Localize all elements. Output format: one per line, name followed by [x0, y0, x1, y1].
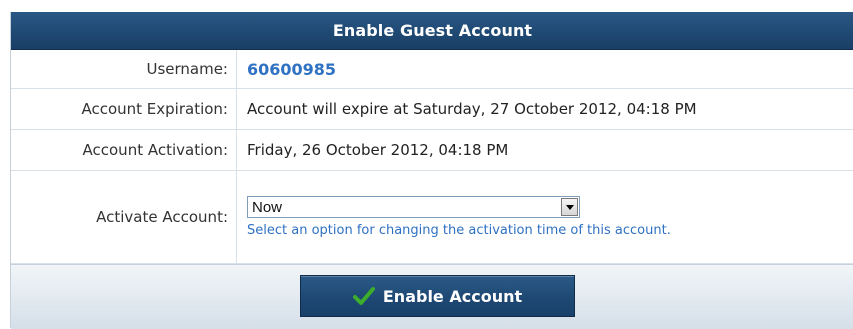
enable-guest-account-panel: Enable Guest Account Username: 60600985 … — [10, 12, 853, 329]
activate-account-hint: Select an option for changing the activa… — [247, 223, 671, 238]
activate-account-label: Activate Account: — [11, 171, 237, 263]
chevron-down-icon[interactable] — [561, 198, 578, 216]
panel-title: Enable Guest Account — [11, 12, 853, 50]
activate-account-selected: Now — [252, 198, 283, 216]
panel-footer: Enable Account — [11, 264, 853, 329]
enable-account-label: Enable Account — [382, 286, 523, 306]
expiration-value: Account will expire at Saturday, 27 Octo… — [247, 100, 697, 118]
activation-label: Account Activation: — [11, 130, 237, 170]
username-label: Username: — [11, 50, 237, 88]
enable-account-button[interactable]: Enable Account — [300, 275, 575, 317]
activation-row: Account Activation: Friday, 26 October 2… — [11, 130, 853, 171]
checkmark-icon — [352, 286, 375, 306]
activate-account-row: Activate Account: Now Select an option f… — [11, 171, 853, 264]
expiration-row: Account Expiration: Account will expire … — [11, 89, 853, 130]
expiration-label: Account Expiration: — [11, 89, 237, 129]
username-row: Username: 60600985 — [11, 50, 853, 89]
username-value: 60600985 — [247, 59, 337, 79]
activation-value: Friday, 26 October 2012, 04:18 PM — [247, 141, 509, 159]
activate-account-select[interactable]: Now — [247, 196, 580, 218]
